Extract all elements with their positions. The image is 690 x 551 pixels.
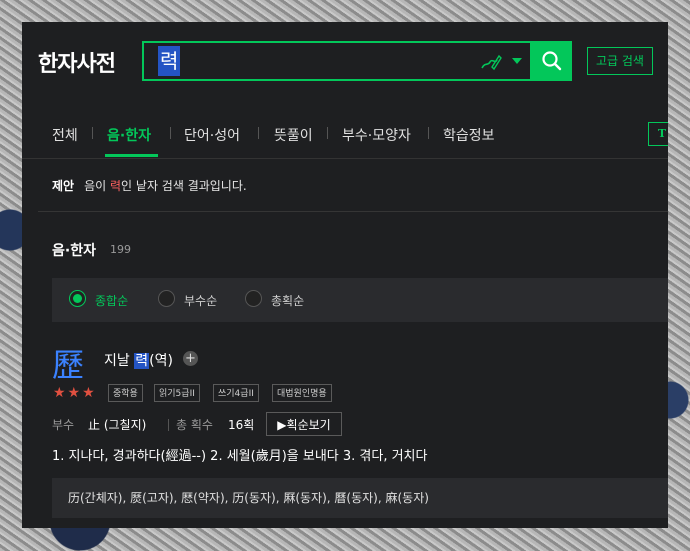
- tab-words-idioms[interactable]: 단어·성어: [184, 125, 240, 145]
- meaning-reading: 력: [134, 353, 150, 369]
- strokes-value: 16획: [228, 418, 255, 432]
- radical-value: 止 (그칠지): [88, 418, 147, 432]
- section-title: 음·한자: [52, 243, 96, 259]
- tab-separator: [258, 127, 259, 139]
- radical-label: 부수: [52, 418, 75, 432]
- tab-separator: [327, 127, 328, 139]
- radio-sort-strokes[interactable]: [245, 290, 262, 307]
- suggestion-prefix: 음이: [84, 179, 110, 193]
- hanja-meaning: 지날 력(역): [104, 350, 173, 370]
- result-count: 199: [110, 243, 131, 256]
- tab-sound-hanja[interactable]: 음·한자: [107, 125, 151, 145]
- handwriting-pen-icon[interactable]: [480, 52, 502, 72]
- level-tag: 읽기5급II: [154, 384, 200, 402]
- meaning-prefix: 지날: [104, 353, 135, 369]
- header: 한자사전 력 고급 검색: [22, 22, 668, 110]
- radio-sort-radical[interactable]: [158, 290, 175, 307]
- suggestion-label: 제안: [52, 179, 75, 193]
- meaning-suffix: (역): [149, 353, 173, 369]
- search-input[interactable]: 력: [158, 46, 181, 76]
- suggestion-highlight: 력: [110, 179, 122, 193]
- sort-label-strokes[interactable]: 총획순: [271, 292, 304, 309]
- level-tag: 중학용: [108, 384, 143, 402]
- radio-sort-overall[interactable]: [69, 290, 86, 307]
- chevron-down-icon[interactable]: [512, 58, 522, 64]
- stroke-order-button[interactable]: ▶획순보기: [266, 412, 342, 436]
- tab-separator: [170, 127, 171, 139]
- suggestion-suffix: 인 낱자 검색 결과입니다.: [121, 179, 247, 193]
- search-icon: [542, 51, 562, 71]
- tab-separator: [428, 127, 429, 139]
- sort-label-overall[interactable]: 종합순: [95, 292, 128, 309]
- strokes-label: 총 획수: [176, 418, 213, 432]
- sort-label-radical[interactable]: 부수순: [184, 292, 217, 309]
- definitions: 1. 지나다, 경과하다(經過--) 2. 세월(歲月)을 보내다 3. 겪다,…: [52, 449, 428, 464]
- tab-radical-shape[interactable]: 부수·모양자: [342, 125, 411, 145]
- tab-all[interactable]: 전체: [52, 125, 78, 145]
- tab-separator: [92, 127, 93, 139]
- sort-options: 종합순 부수순 총획순: [52, 278, 668, 322]
- active-tab-indicator: [105, 154, 158, 157]
- dictionary-window: 한자사전 력 고급 검색 전체 음·한자 단어·성어 뜻풀이 부수·모양자 학습: [22, 22, 668, 528]
- importance-stars: ★★★: [53, 385, 97, 401]
- variant-list: 历(간체자), 㷴(고자), 厯(약자), 历(동자), 厤(동자), 曆(동자…: [68, 491, 429, 505]
- tab-bar: 전체 음·한자 단어·성어 뜻풀이 부수·모양자 학습정보 T: [22, 110, 668, 159]
- plus-icon[interactable]: +: [183, 351, 198, 366]
- info-separator: [168, 419, 169, 431]
- variant-characters: 历(간체자), 㷴(고자), 厯(약자), 历(동자), 厤(동자), 曆(동자…: [52, 478, 668, 518]
- tab-study-info[interactable]: 학습정보: [443, 125, 495, 145]
- divider: [38, 211, 668, 212]
- logo[interactable]: 한자사전: [38, 46, 116, 78]
- search-button[interactable]: [532, 41, 572, 81]
- tab-meaning[interactable]: 뜻풀이: [274, 125, 313, 145]
- suggestion-line: 제안 음이 력인 낱자 검색 결과입니다.: [52, 177, 247, 194]
- translate-badge[interactable]: T: [648, 122, 668, 146]
- advanced-search-button[interactable]: 고급 검색: [587, 47, 653, 75]
- level-tag: 대법원인명용: [272, 384, 332, 402]
- search-box[interactable]: 력: [142, 41, 532, 81]
- level-tag: 쓰기4급II: [213, 384, 259, 402]
- hanja-character[interactable]: 歷: [52, 340, 84, 386]
